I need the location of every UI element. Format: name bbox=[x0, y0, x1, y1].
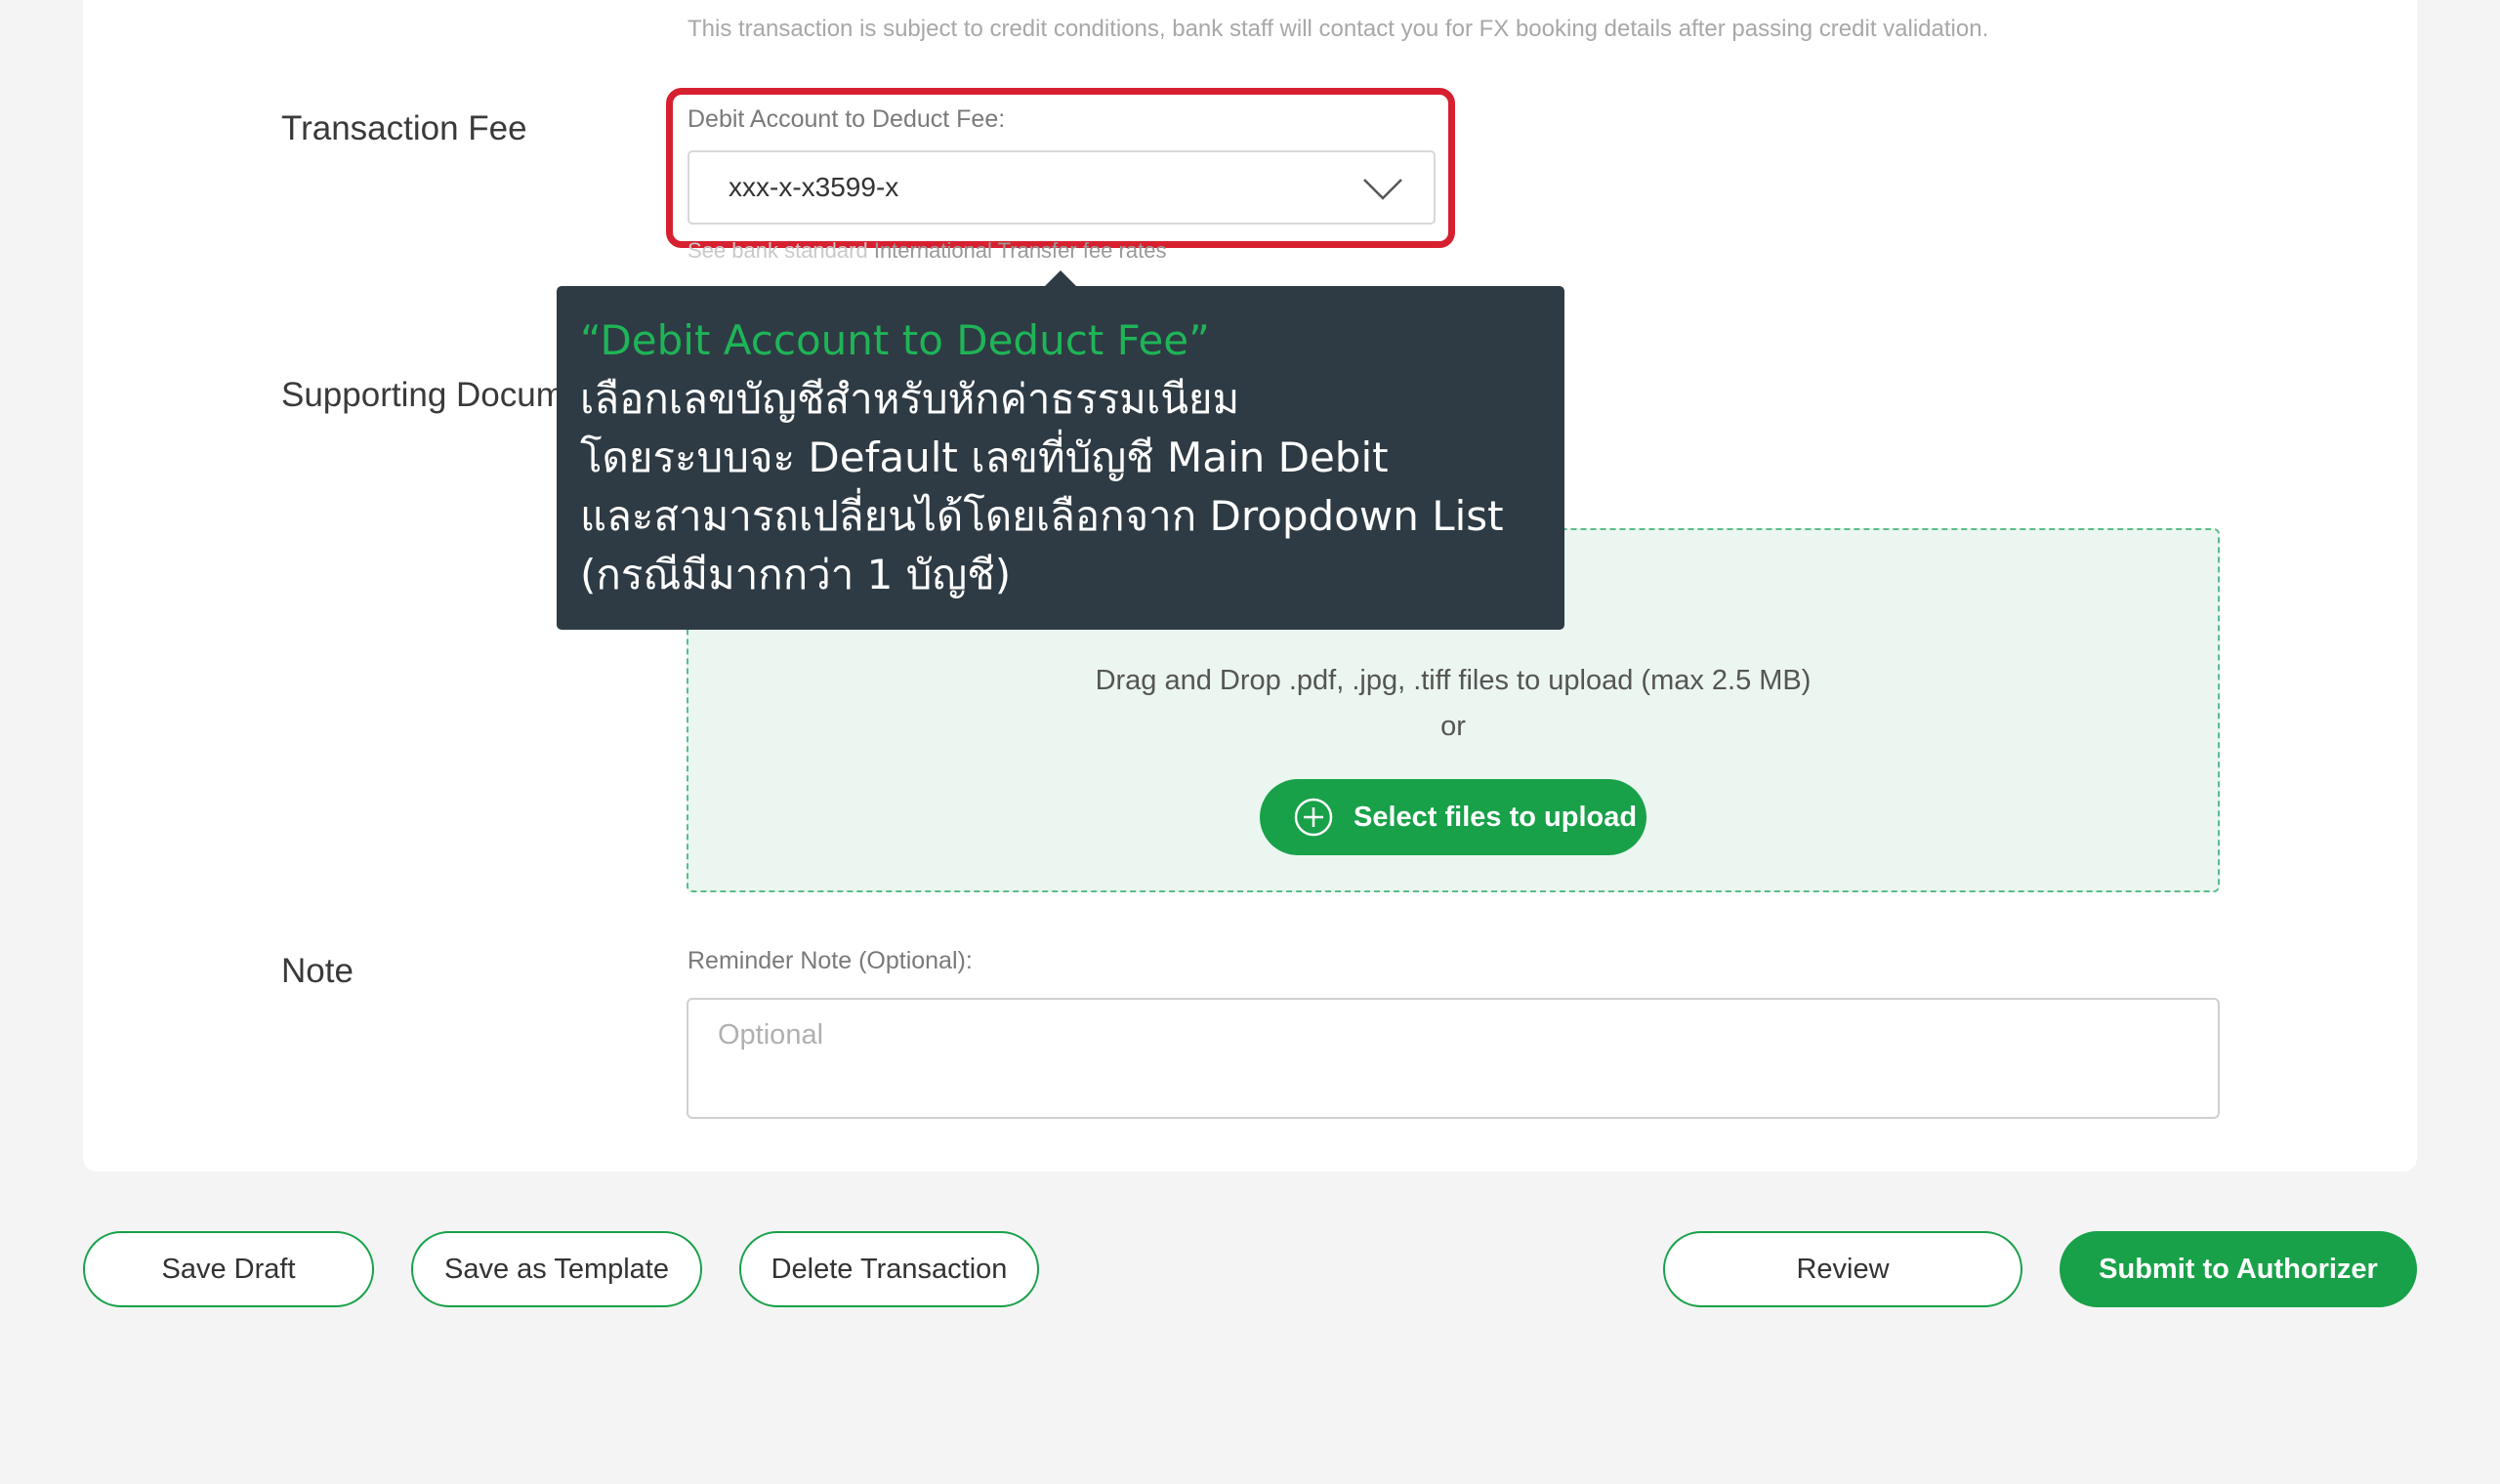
tooltip-line: โดยระบบจะ Default เลขที่บัญชี Main Debit bbox=[580, 433, 1389, 481]
tooltip-title: “Debit Account to Deduct Fee” bbox=[580, 316, 1210, 364]
reminder-note-label: Reminder Note (Optional): bbox=[688, 947, 973, 974]
fee-note: See bank standard International Transfer… bbox=[688, 238, 1166, 264]
save-draft-button[interactable]: Save Draft bbox=[83, 1231, 374, 1307]
review-button[interactable]: Review bbox=[1663, 1231, 2022, 1307]
transaction-fee-label: Transaction Fee bbox=[281, 109, 527, 147]
reminder-note-input[interactable]: Optional bbox=[687, 998, 2220, 1119]
delete-transaction-button[interactable]: Delete Transaction bbox=[739, 1231, 1039, 1307]
note-label: Note bbox=[281, 952, 354, 990]
fee-note-prefix: See bank standard bbox=[688, 238, 868, 263]
supporting-documents-label: Supporting Docum bbox=[281, 376, 564, 414]
submit-to-authorizer-button[interactable]: Submit to Authorizer bbox=[2060, 1231, 2417, 1307]
fee-rates-link[interactable]: International Transfer fee rates bbox=[874, 238, 1167, 263]
select-files-button[interactable]: Select files to upload bbox=[1260, 779, 1646, 855]
help-tooltip: “Debit Account to Deduct Fee” เลือกเลขบั… bbox=[557, 270, 1564, 630]
tooltip-arrow bbox=[1045, 270, 1076, 286]
tooltip-line: (กรณีมีมากกว่า 1 บัญชี) bbox=[580, 551, 1012, 598]
tooltip-line: และสามารถเปลี่ยนได้โดยเลือกจาก Dropdown … bbox=[580, 492, 1504, 540]
credit-notice: This transaction is subject to credit co… bbox=[688, 16, 1989, 42]
drop-instructions: Drag and Drop .pdf, .jpg, .tiff files to… bbox=[1095, 665, 1812, 696]
select-files-label: Select files to upload bbox=[1354, 801, 1638, 833]
highlight-box bbox=[666, 88, 1455, 248]
reminder-note-placeholder: Optional bbox=[718, 1019, 824, 1051]
save-template-button[interactable]: Save as Template bbox=[411, 1231, 702, 1307]
plus-circle-icon bbox=[1294, 798, 1333, 837]
tooltip-line: เลือกเลขบัญชีสำหรับหักค่าธรรมเนียม bbox=[580, 375, 1240, 423]
or-text: or bbox=[1440, 711, 1466, 742]
